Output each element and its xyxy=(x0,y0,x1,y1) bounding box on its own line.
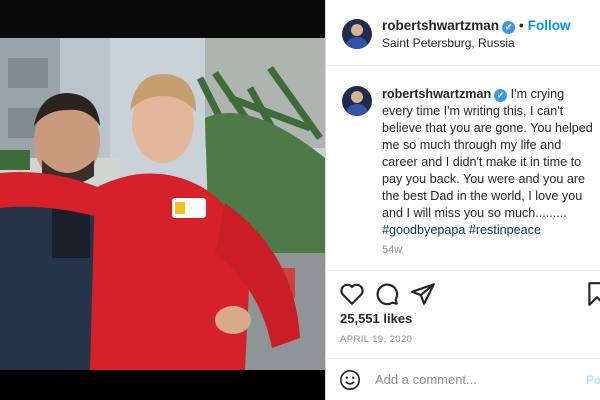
like-count[interactable]: 25,551 likes xyxy=(340,311,412,326)
post-caption: robertshwartzman ✔ I'm crying every time … xyxy=(382,86,596,239)
hashtag-link[interactable]: #restinpeace xyxy=(469,223,541,237)
avatar[interactable] xyxy=(342,19,372,49)
post-sidebar: robertshwartzman ✔ • Follow Saint Petersbur… xyxy=(325,0,600,400)
caption-verified-badge-icon: ✔ xyxy=(494,89,508,102)
post-header: robertshwartzman ✔ • Follow Saint Petersbur… xyxy=(326,0,600,66)
post-comment-button[interactable]: Post xyxy=(586,373,600,387)
post-date: APRIL 19, 2020 xyxy=(340,334,413,345)
emoji-icon[interactable] xyxy=(339,369,361,391)
header-user-line: robertshwartzman ✔ • Follow xyxy=(382,18,571,34)
separator-dot: • xyxy=(519,18,524,33)
comment-icon[interactable] xyxy=(374,281,400,307)
bookmark-icon[interactable] xyxy=(584,281,600,307)
post-photo[interactable] xyxy=(0,38,325,370)
follow-button[interactable]: Follow xyxy=(528,18,571,33)
instagram-post-view: robertshwartzman ✔ • Follow Saint Petersbur… xyxy=(0,0,600,400)
caption-avatar[interactable] xyxy=(342,86,372,116)
header-username[interactable]: robertshwartzman xyxy=(382,18,499,33)
comment-bar: Add a comment... Post xyxy=(326,358,600,400)
hashtag-link[interactable]: #goodbyepapa xyxy=(382,223,465,237)
bottom-bar xyxy=(0,370,325,400)
location-link[interactable]: Saint Petersburg, Russia xyxy=(382,36,515,50)
verified-badge-icon: ✔ xyxy=(502,21,516,34)
action-bar xyxy=(326,270,600,314)
caption-age: 54w xyxy=(382,244,403,256)
heart-icon[interactable] xyxy=(339,281,365,307)
caption-username[interactable]: robertshwartzman xyxy=(382,87,491,101)
caption-text: I'm crying every time I'm writing this, … xyxy=(382,87,593,220)
comment-input[interactable]: Add a comment... xyxy=(375,372,477,387)
photo-illustration xyxy=(0,38,325,370)
share-icon[interactable] xyxy=(410,281,436,307)
